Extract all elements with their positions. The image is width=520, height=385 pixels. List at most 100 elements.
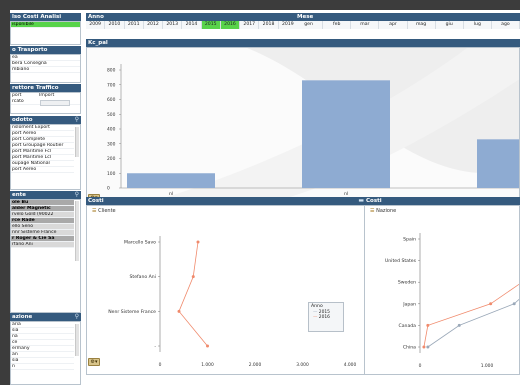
costi-nazione-header: Costi xyxy=(364,197,520,205)
category-label: - xyxy=(154,345,156,350)
year-cell-2011[interactable]: 2011 xyxy=(124,21,144,29)
analisi-list-item[interactable]: isponibile xyxy=(11,22,80,28)
nazione-scrollbar[interactable] xyxy=(75,324,79,356)
cliente-chart-menu-button[interactable]: ⚙▾ xyxy=(88,358,100,366)
year-cell-2013[interactable]: 2013 xyxy=(163,21,183,29)
legend-swatch-2016: — xyxy=(313,315,318,320)
category-label: Spain xyxy=(403,237,416,243)
bar-chart: 0100200300400500600700800 nl nl xyxy=(107,48,520,201)
main-chart-panel: 0 100 200 300 400 500 600 700 800 nl nl xyxy=(86,47,520,202)
series-point-2015[interactable] xyxy=(512,302,516,306)
list-cliente-items: ole Bu alder Magnetic rvelo Gold (90022 rce… xyxy=(11,200,74,248)
y-tick-label: 300 xyxy=(107,141,116,147)
x-tick-label: 1.000 xyxy=(481,363,494,369)
main-chart-header: Kc_pal xyxy=(86,39,520,47)
cliente-chart-marks xyxy=(177,240,209,348)
mese-month-selector: gen feb mar apr mag giu lug ago xyxy=(295,21,520,29)
year-cell-2018[interactable]: 2018 xyxy=(259,21,279,29)
costi-nazione-panel: ☰ Nazione Spain United States Sweden Japan C… xyxy=(364,205,520,375)
category-label: Marcello Savo xyxy=(124,240,156,246)
cliente-line-chart: Marcello Savo Stefano Ani Nenr Sisteme Fra… xyxy=(108,236,357,368)
costi-cliente-header: Costi ▬ xyxy=(86,197,366,205)
year-cell-2010[interactable]: 2010 xyxy=(105,21,125,29)
series-point-2016[interactable] xyxy=(196,240,200,244)
series-point-2016[interactable] xyxy=(422,345,426,349)
cliente-list-item[interactable]: rfano Ani xyxy=(11,242,74,248)
list-analisi: isponibile xyxy=(10,21,81,45)
anno-header: Anno xyxy=(86,13,298,21)
list-trasporto: ea bera Consegna mbiano xyxy=(10,54,81,83)
category-label: Japan xyxy=(402,301,416,307)
bar[interactable] xyxy=(127,173,215,188)
series-point-2016[interactable] xyxy=(206,344,209,348)
anno-year-selector: 2009 2010 2011 2012 2013 2014 2015 2016 2017 2018… xyxy=(86,21,298,29)
nazione-list-item[interactable]: n xyxy=(11,364,74,370)
traffico-input[interactable] xyxy=(40,100,70,106)
costi-cliente-panel: ☰ Cliente Marcello Savo Stefano Ani Nenr S… xyxy=(86,205,366,375)
series-point-2015[interactable] xyxy=(457,323,461,327)
year-cell-2009[interactable]: 2009 xyxy=(86,21,106,29)
panel-header-analisi: lso Costi Analisi xyxy=(10,13,81,21)
month-cell-giu[interactable]: giu xyxy=(435,21,464,29)
category-label: Canada xyxy=(399,323,417,329)
x-tick-label: 1.000 xyxy=(201,362,214,368)
legend-item-2016[interactable]: — 2016 xyxy=(309,315,343,320)
prodotto-scrollbar[interactable] xyxy=(75,127,79,157)
category-label: Sweden xyxy=(398,280,416,286)
series-point-2016[interactable] xyxy=(191,275,195,279)
category-label: Nenr Sisteme France xyxy=(108,309,156,315)
series-line-2015 xyxy=(427,298,519,348)
x-tick-label: 4.000 xyxy=(344,362,357,368)
year-cell-2014[interactable]: 2014 xyxy=(182,21,202,29)
month-cell-apr[interactable]: apr xyxy=(379,21,408,29)
y-tick-label: 0 xyxy=(107,186,110,192)
y-tick-label: 800 xyxy=(107,68,116,74)
x-tick-label: 3.000 xyxy=(296,362,309,368)
month-cell-gen[interactable]: gen xyxy=(295,21,324,29)
y-tick-label: 600 xyxy=(107,97,116,103)
year-cell-2015[interactable]: 2015 xyxy=(201,21,221,29)
series-line-2016 xyxy=(178,241,208,347)
nazione-line-chart: Spain United States Sweden Japan Canada China… xyxy=(385,233,519,369)
app-screen: lso Costi Analisi isponibile o Trasporto… xyxy=(10,10,520,385)
y-tick-label: 700 xyxy=(107,82,116,88)
prodotto-list-item[interactable]: port Aereo xyxy=(11,167,74,173)
y-tick-label: 100 xyxy=(107,171,116,177)
x-tick-label: 0 xyxy=(419,363,422,369)
panel-header-prodotto: odotto ⚲ xyxy=(10,116,81,124)
series-point-2016[interactable] xyxy=(489,302,493,306)
series-point-2016[interactable] xyxy=(426,323,430,327)
series-point-2016[interactable] xyxy=(177,309,181,313)
legend-title: Anno xyxy=(311,304,323,309)
month-cell-mar[interactable]: mar xyxy=(351,21,380,29)
month-cell-ago[interactable]: ago xyxy=(491,21,520,29)
y-tick-label: 500 xyxy=(107,112,116,118)
bar[interactable] xyxy=(477,139,520,188)
list-cliente: ole Bu alder Magnetic rvelo Gold (90022 rce… xyxy=(10,199,81,313)
bar[interactable] xyxy=(302,80,390,188)
year-cell-2016[interactable]: 2016 xyxy=(220,21,241,29)
list-traffico: port Import rcato xyxy=(10,92,81,114)
legend-box: Anno — 2015 — 2016 xyxy=(308,302,344,332)
panel-header-nazione: azione ⚲ xyxy=(10,313,81,321)
y-tick-label: 400 xyxy=(107,127,116,133)
search-icon[interactable]: ⚲ xyxy=(75,116,79,124)
series-line-2016 xyxy=(423,283,519,348)
year-cell-2012[interactable]: 2012 xyxy=(143,21,164,29)
mese-header: Mese xyxy=(295,13,520,21)
search-icon[interactable]: ⚲ xyxy=(75,313,79,321)
month-cell-feb[interactable]: feb xyxy=(323,21,352,29)
panel-header-trasporto: o Trasporto xyxy=(10,46,81,54)
year-cell-2017[interactable]: 2017 xyxy=(240,21,260,29)
trasporto-list-item[interactable]: mbiano xyxy=(11,67,80,73)
month-cell-mag[interactable]: mag xyxy=(407,21,436,29)
panel-header-cliente: ente ⚲ xyxy=(10,191,81,199)
search-icon[interactable]: ⚲ xyxy=(75,191,79,199)
nazione-chart-marks xyxy=(422,283,519,349)
series-point-2015[interactable] xyxy=(426,345,430,349)
x-tick-label: 2.000 xyxy=(249,362,262,368)
cliente-scrollbar[interactable] xyxy=(75,201,79,261)
x-tick-label: 0 xyxy=(159,362,162,368)
month-cell-lug[interactable]: lug xyxy=(463,21,492,29)
list-prodotto: nsloment Export port Aereo port Complete po… xyxy=(10,124,81,190)
